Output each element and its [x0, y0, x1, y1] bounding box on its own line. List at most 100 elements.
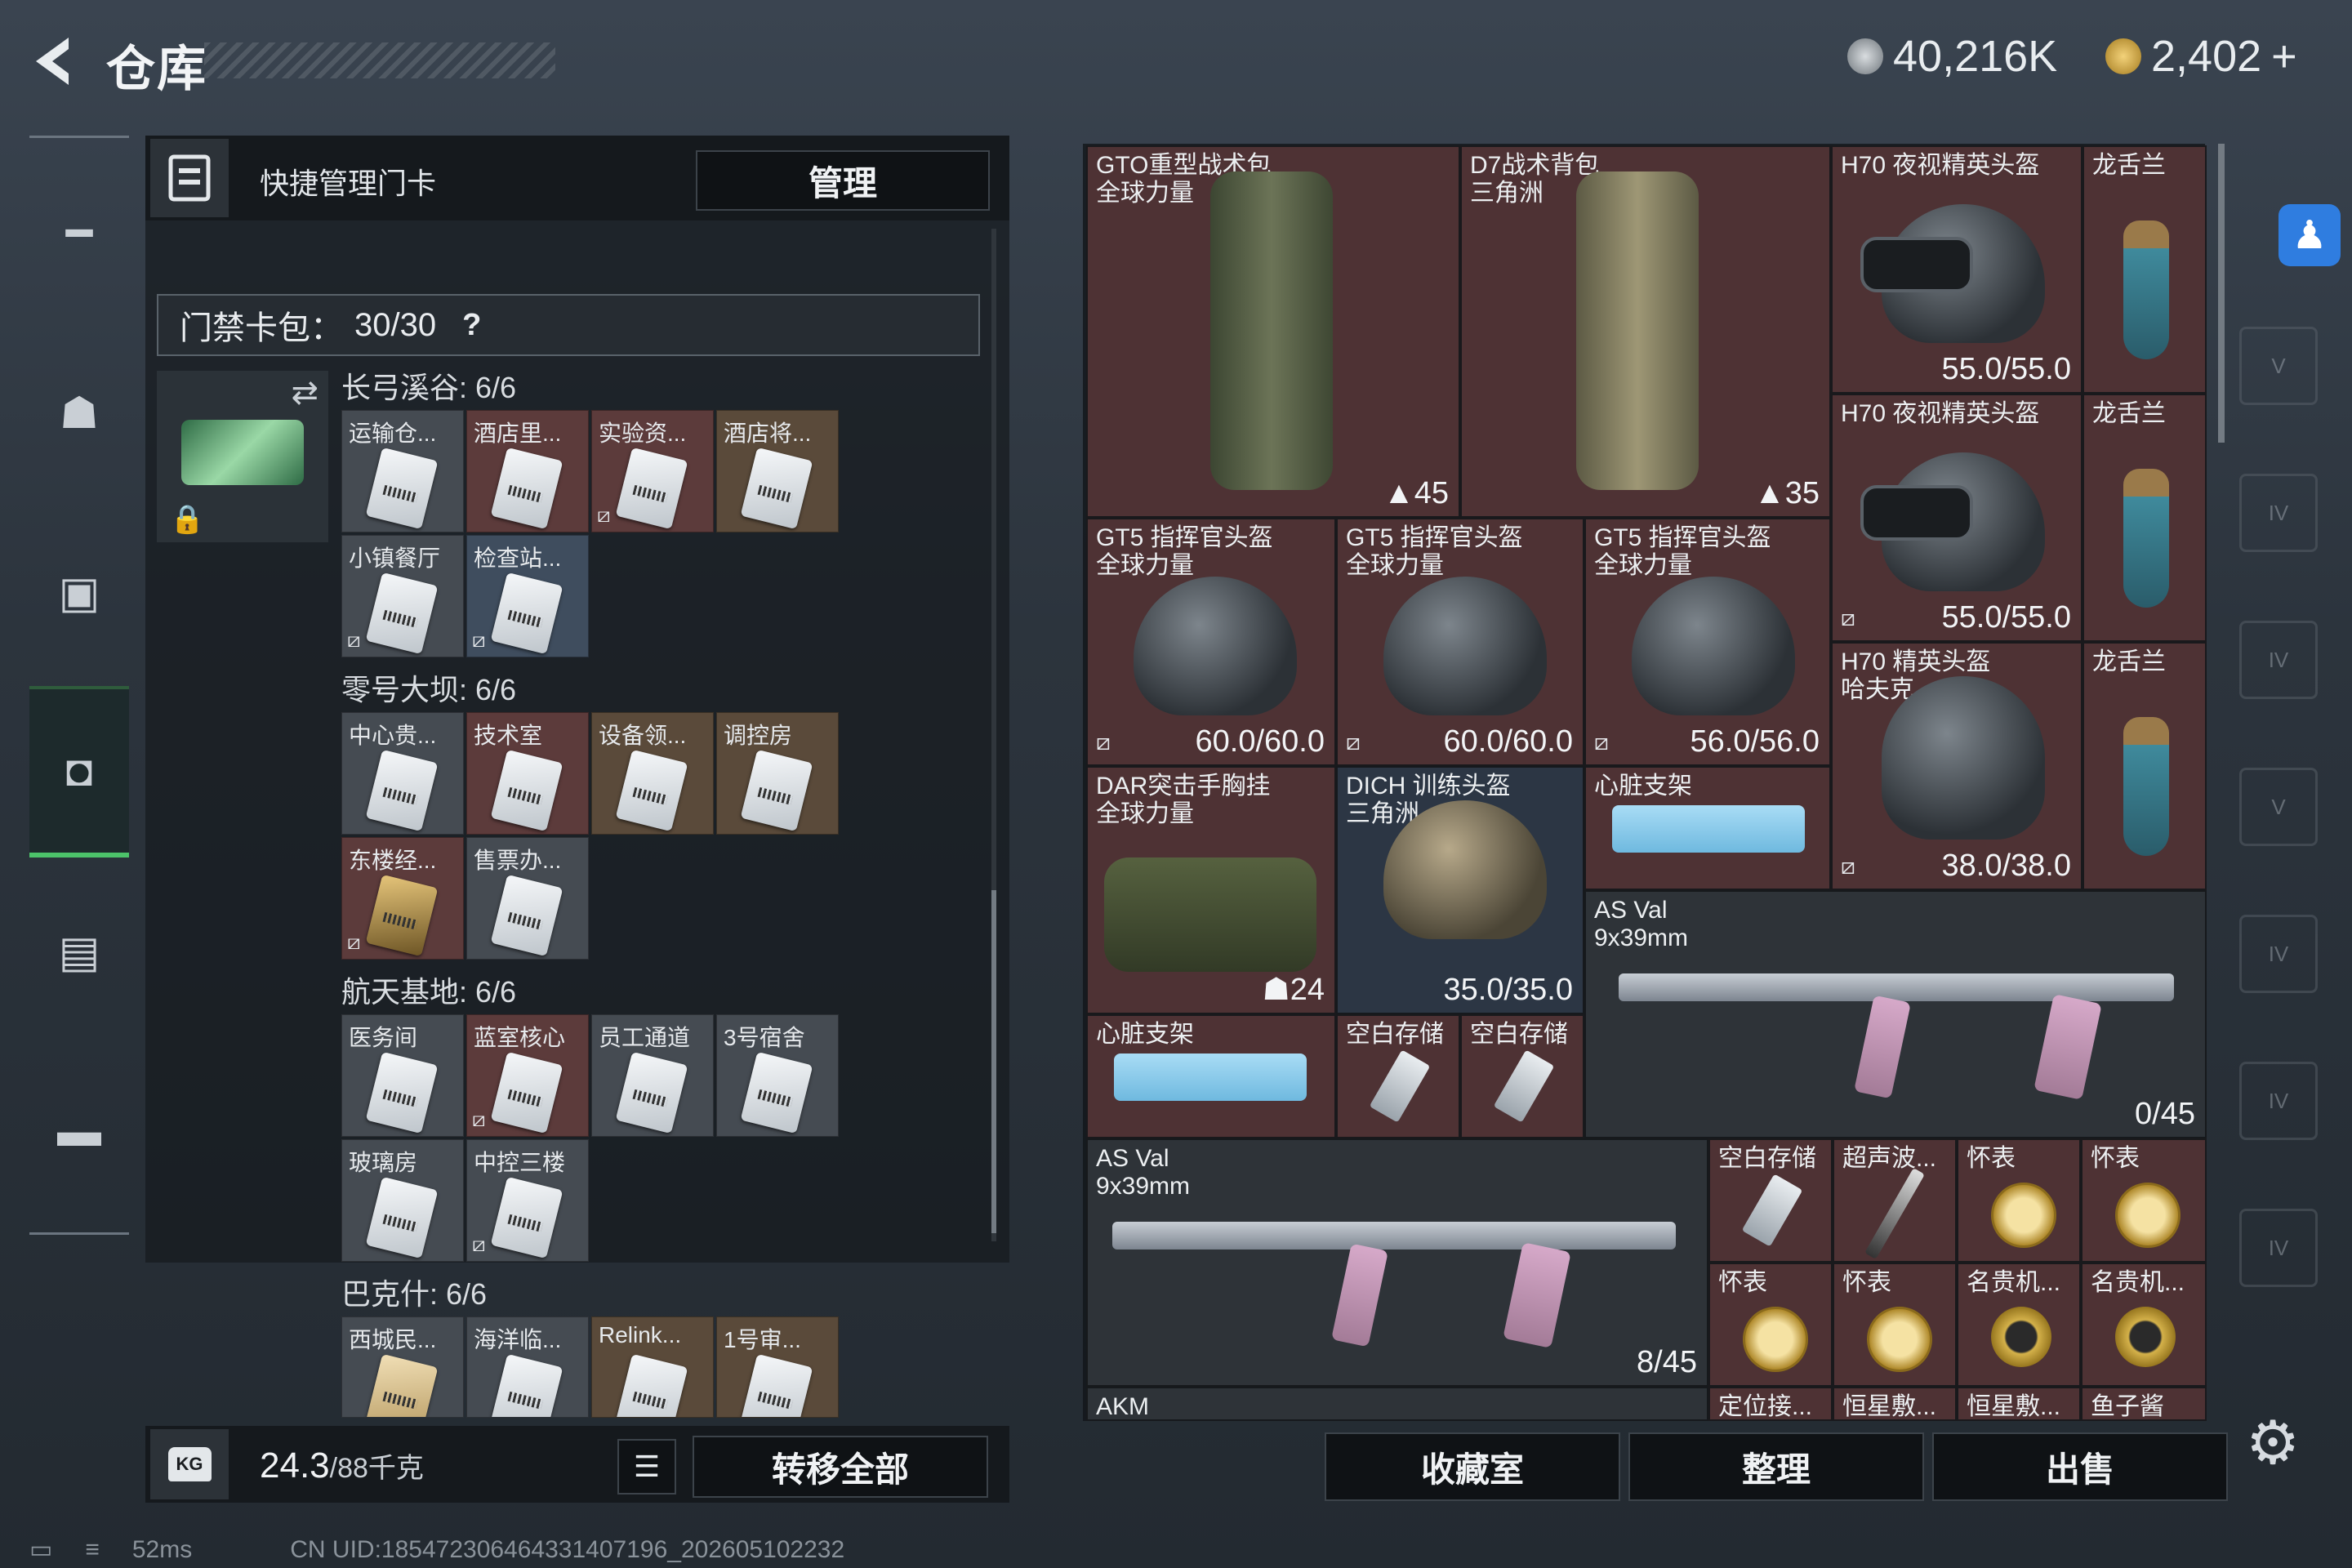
keycard-scrollbar-thumb[interactable] — [991, 890, 996, 1233]
keycard-slot[interactable]: 1号审... — [716, 1316, 839, 1418]
side-filter-icon[interactable]: V — [2239, 768, 2318, 846]
section-title: 航天基地: 6/6 — [341, 975, 517, 1009]
item-partial[interactable]: 鱼子酱 — [2081, 1387, 2207, 1421]
item-gto-backpack[interactable]: GTO重型战术包 全球力量 ▲45 — [1086, 145, 1460, 518]
gold-coin-icon — [2105, 38, 2141, 74]
item-as-val-rifle[interactable]: AS Val 9x39mm 0/45 — [1584, 890, 2207, 1138]
item-gt5-helmet[interactable]: GT5 指挥官头盔 全球力量 ⧄ 56.0/56.0 — [1584, 518, 1831, 766]
backpack-icon: ▣ — [58, 568, 100, 617]
swap-icon[interactable]: ⇄ — [291, 374, 318, 412]
item-heart-stent[interactable]: 心脏支架 — [1584, 766, 1831, 890]
side-filter-icon[interactable]: IV — [2239, 1062, 2318, 1140]
item-dar-chest-rig[interactable]: DAR突击手胸挂 全球力量 ☗24 — [1086, 766, 1336, 1014]
item-gt5-helmet[interactable]: GT5 指挥官头盔 全球力量 ⧄ 60.0/60.0 — [1336, 518, 1584, 766]
keycard-slot[interactable]: 海洋临... — [466, 1316, 589, 1418]
gear-icon[interactable]: ⚙ — [2246, 1408, 2300, 1478]
section-title: 零号大坝: 6/6 — [341, 673, 517, 706]
wifi-icon: ≡ — [85, 1535, 100, 1563]
item-dich-helmet[interactable]: DICH 训练头盔 三角洲 35.0/35.0 — [1336, 766, 1584, 1014]
sort-button[interactable]: 整理 — [1628, 1432, 1924, 1501]
sell-button[interactable]: 出售 — [1932, 1432, 2228, 1501]
side-filter-icon[interactable]: IV — [2239, 915, 2318, 993]
item-akm[interactable]: AKM — [1086, 1387, 1708, 1421]
item-d7-backpack[interactable]: D7战术背包 三角洲 ▲35 — [1460, 145, 1831, 518]
list-view-button[interactable]: ☰ — [617, 1439, 676, 1494]
item-tequila[interactable]: 龙舌兰 — [2082, 145, 2207, 394]
item-h70-nvg-helmet[interactable]: H70 夜视精英头盔 55.0/55.0 — [1831, 145, 2082, 394]
capacity-badge: ▲35 — [1754, 476, 1820, 510]
cardholder-slot[interactable]: ⇄ 🔒 — [157, 371, 328, 542]
item-partial[interactable]: 恒星敷... — [1957, 1387, 2081, 1421]
keycard-slot[interactable]: Relink... — [591, 1316, 714, 1418]
item-h70-helmet[interactable]: H70 精英头盔 哈夫克 ⧄ 38.0/38.0 — [1831, 642, 2082, 890]
keycard-slot[interactable]: 酒店将... — [716, 410, 839, 532]
item-luxury-watch[interactable]: 名贵机... — [2081, 1263, 2207, 1387]
list-icon: ☰ — [633, 1450, 661, 1483]
keycard-slot[interactable]: 调控房 — [716, 712, 839, 835]
collection-room-button[interactable]: 收藏室 — [1325, 1432, 1620, 1501]
rail-misc[interactable]: ▬ — [29, 1086, 129, 1176]
no-trade-icon: ⧄ — [347, 929, 361, 954]
rail-keycards[interactable]: ▤ — [29, 906, 129, 996]
gun-icon: ━ — [65, 208, 93, 258]
item-heart-stent[interactable]: 心脏支架 — [1086, 1014, 1336, 1138]
rail-bag[interactable]: ◘ — [29, 686, 129, 858]
status-bar: ▭ ≡ 52ms CN UID:1854723064643314071​96_2… — [29, 1535, 845, 1564]
capacity-badge: ▲45 — [1383, 476, 1449, 510]
side-filter-icon[interactable]: IV — [2239, 1209, 2318, 1287]
rail-backpack[interactable]: ▣ — [29, 547, 129, 637]
side-filter-icon[interactable]: IV — [2239, 474, 2318, 552]
item-gt5-helmet[interactable]: GT5 指挥官头盔 全球力量 ⧄ 60.0/60.0 — [1086, 518, 1336, 766]
item-partial[interactable]: 定位接... — [1708, 1387, 1833, 1421]
rail-weapons[interactable]: ━ — [29, 188, 129, 278]
item-empty-storage[interactable]: 空白存储 — [1460, 1014, 1584, 1138]
back-button[interactable] — [24, 33, 82, 90]
capacity-badge: ☗24 — [1262, 973, 1325, 1007]
keycard-slot[interactable]: 蓝室核心 ⧄ — [466, 1014, 589, 1137]
manage-button[interactable]: 管理 — [696, 150, 990, 211]
item-empty-storage[interactable]: 空白存储 — [1336, 1014, 1460, 1138]
item-ultrasonic[interactable]: 超声波... — [1833, 1138, 1957, 1263]
keycard-slot[interactable]: 东楼经... ⧄ — [341, 837, 464, 960]
item-h70-nvg-helmet[interactable]: H70 夜视精英头盔 ⧄ 55.0/55.0 — [1831, 394, 2082, 642]
keycard-slot[interactable]: 运输仓... — [341, 410, 464, 532]
keycard-slot[interactable]: 技术室 — [466, 712, 589, 835]
keycard-slot[interactable]: 西城民... — [341, 1316, 464, 1418]
keycard-slot[interactable]: 酒店里... — [466, 410, 589, 532]
keycard-slot[interactable]: 3号宿舍 — [716, 1014, 839, 1137]
item-pocket-watch[interactable]: 怀表 — [1957, 1138, 2081, 1263]
inventory-scrollbar-thumb[interactable] — [2218, 144, 2225, 443]
side-filter-icon[interactable]: IV — [2239, 621, 2318, 699]
battery-icon: ▭ — [29, 1536, 53, 1563]
help-button[interactable]: ? — [462, 308, 481, 343]
keycard-slot[interactable]: 医务间 — [341, 1014, 464, 1137]
keycard-slot[interactable]: 员工通道 — [591, 1014, 714, 1137]
item-pocket-watch[interactable]: 怀表 — [1708, 1263, 1833, 1387]
item-pocket-watch[interactable]: 怀表 — [1833, 1263, 1957, 1387]
item-tequila[interactable]: 龙舌兰 — [2082, 394, 2207, 642]
item-pocket-watch[interactable]: 怀表 — [2081, 1138, 2207, 1263]
no-trade-icon: ⧄ — [347, 627, 361, 652]
transfer-all-button[interactable]: 转移全部 — [693, 1436, 988, 1498]
item-empty-storage[interactable]: 空白存储 — [1708, 1138, 1833, 1263]
keycard-slot[interactable]: 售票办... — [466, 837, 589, 960]
item-tequila[interactable]: 龙舌兰 — [2082, 642, 2207, 890]
keycard-slot[interactable]: 实验资... ⧄ — [591, 410, 714, 532]
keycard-slot[interactable]: 玻璃房 — [341, 1139, 464, 1262]
keycard-slot[interactable]: 中心贵... — [341, 712, 464, 835]
keycard-slot[interactable]: 检查站... ⧄ — [466, 535, 589, 657]
no-trade-icon: ⧄ — [1346, 729, 1361, 755]
item-as-val-rifle[interactable]: AS Val 9x39mm 8/45 — [1086, 1138, 1708, 1387]
section-title: 长弓溪谷: 6/6 — [341, 371, 517, 404]
item-luxury-watch[interactable]: 名贵机... — [1957, 1263, 2081, 1387]
side-filter-icon[interactable]: V — [2239, 327, 2318, 405]
item-partial[interactable]: 恒星敷... — [1833, 1387, 1957, 1421]
accessibility-icon[interactable]: ♟ — [2278, 204, 2341, 266]
rail-armor[interactable]: ☗ — [29, 368, 129, 457]
keycard-slot[interactable]: 设备领... — [591, 712, 714, 835]
currency-gold[interactable]: 2,402 + — [2105, 31, 2297, 82]
keycard-slot[interactable]: 小镇餐厅 ⧄ — [341, 535, 464, 657]
add-currency-button[interactable]: + — [2271, 31, 2297, 82]
keycard-slot[interactable]: 中控三楼 ⧄ — [466, 1139, 589, 1262]
currency-silver: 40,216K — [1847, 31, 2057, 82]
